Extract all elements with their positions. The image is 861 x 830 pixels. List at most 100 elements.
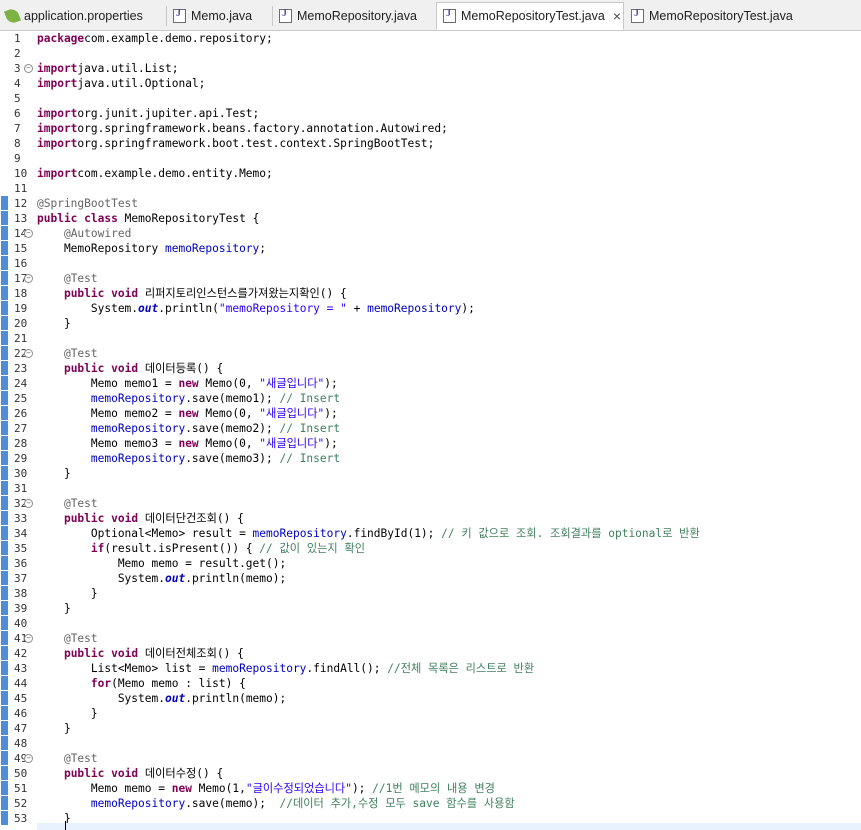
fold-toggle-icon[interactable]: − <box>24 274 33 283</box>
code-text: public class MemoRepositoryTest { <box>37 212 260 225</box>
code-line[interactable]: 33 public void 데이터단건조회() { <box>0 511 861 526</box>
tab-label: MemoRepositoryTest.java <box>461 9 605 23</box>
line-number: 40 <box>14 617 28 630</box>
code-line[interactable]: 40 <box>0 616 861 631</box>
code-line[interactable]: 30 } <box>0 466 861 481</box>
tab-label: Memo.java <box>191 9 253 23</box>
tab-label: MemoRepositoryTest.java <box>649 9 793 23</box>
code-line[interactable]: 49− @Test <box>0 751 861 766</box>
code-text: importorg.springframework.boot.test.cont… <box>37 137 435 150</box>
line-number: 2 <box>14 47 21 60</box>
code-line[interactable]: 15 MemoRepository memoRepository; <box>0 241 861 256</box>
code-line[interactable]: 52 memoRepository.save(memo); //데이터 추가,수… <box>0 796 861 811</box>
code-line[interactable]: 47 } <box>0 721 861 736</box>
code-line[interactable]: 23 public void 데이터등록() { <box>0 361 861 376</box>
code-line[interactable]: 13 public class MemoRepositoryTest { <box>0 211 861 226</box>
code-text: } <box>37 467 71 480</box>
code-line[interactable]: 7 importorg.springframework.beans.factory… <box>0 121 861 136</box>
code-line[interactable]: 39 } <box>0 601 861 616</box>
code-line[interactable]: 8 importorg.springframework.boot.test.con… <box>0 136 861 151</box>
code-line[interactable]: 34 Optional<Memo> result = memoRepositor… <box>0 526 861 541</box>
code-text: Memo memo = new Memo(1,"글이수정되었습니다"); //1… <box>37 782 495 795</box>
tab-memo-java[interactable]: Memo.java <box>167 3 272 29</box>
line-number: 47 <box>14 722 28 735</box>
line-number: 1 <box>14 32 21 45</box>
fold-toggle-icon[interactable]: − <box>24 229 33 238</box>
code-line[interactable]: 6 importorg.junit.jupiter.api.Test; <box>0 106 861 121</box>
code-line[interactable]: 24 Memo memo1 = new Memo(0, "새글입니다"); <box>0 376 861 391</box>
code-text: System.out.println(memo); <box>37 692 287 705</box>
text-caret <box>65 821 66 830</box>
code-line[interactable]: 17− @Test <box>0 271 861 286</box>
code-editor[interactable]: 1 packagecom.example.demo.repository; 2 3− i… <box>0 31 861 830</box>
code-line[interactable]: 21 <box>0 331 861 346</box>
fold-toggle-icon[interactable]: − <box>24 754 33 763</box>
fold-toggle-icon[interactable]: − <box>24 499 33 508</box>
code-line[interactable]: 41− @Test <box>0 631 861 646</box>
code-line[interactable]: 29 memoRepository.save(memo3); // Insert <box>0 451 861 466</box>
code-line[interactable]: 42 public void 데이터전체조회() { <box>0 646 861 661</box>
code-line[interactable]: 3− importjava.util.List; <box>0 61 861 76</box>
code-line[interactable]: 11 <box>0 181 861 196</box>
code-line[interactable]: 36 Memo memo = result.get(); <box>0 556 861 571</box>
line-number: 16 <box>14 257 28 270</box>
code-text: System.out.println(memo); <box>37 572 287 585</box>
line-number: 7 <box>14 122 21 135</box>
code-text: @Test <box>63 752 98 765</box>
code-line[interactable]: 16 <box>0 256 861 271</box>
line-number: 26 <box>14 407 28 420</box>
code-text: MemoRepository memoRepository; <box>37 242 267 255</box>
line-number: 44 <box>14 677 28 690</box>
code-line[interactable]: 45 System.out.println(memo); <box>0 691 861 706</box>
code-line[interactable]: 51 Memo memo = new Memo(1,"글이수정되었습니다"); … <box>0 781 861 796</box>
code-line[interactable]: 32− @Test <box>0 496 861 511</box>
tab-application-properties[interactable]: application.properties <box>0 3 166 29</box>
code-text: @Autowired <box>63 227 132 240</box>
code-text: } <box>37 602 71 615</box>
line-number: 21 <box>14 332 28 345</box>
code-line[interactable]: 4 importjava.util.Optional; <box>0 76 861 91</box>
fold-toggle-icon[interactable]: − <box>24 634 33 643</box>
code-line[interactable]: 20 } <box>0 316 861 331</box>
code-line[interactable]: 35 if(result.isPresent()) { // 값이 있는지 확인 <box>0 541 861 556</box>
code-line[interactable]: 48 <box>0 736 861 751</box>
code-text: public void 데이터단건조회() { <box>63 512 244 525</box>
line-number: 51 <box>14 782 28 795</box>
code-line[interactable]: 5 <box>0 91 861 106</box>
code-line[interactable]: 25 memoRepository.save(memo1); // Insert <box>0 391 861 406</box>
line-number: 23 <box>14 362 28 375</box>
fold-toggle-icon[interactable]: − <box>24 64 33 73</box>
fold-toggle-icon[interactable]: − <box>24 349 33 358</box>
tab-memorepositorytest-java-active[interactable]: MemoRepositoryTest.java × <box>436 2 624 30</box>
code-line[interactable]: 44 for(Memo memo : list) { <box>0 676 861 691</box>
line-number: 10 <box>14 167 28 180</box>
code-line[interactable]: 2 <box>0 46 861 61</box>
code-line[interactable]: 50 public void 데이터수정() { <box>0 766 861 781</box>
code-text: @Test <box>63 632 98 645</box>
java-file-icon <box>279 8 292 23</box>
line-number: 35 <box>14 542 28 555</box>
code-line[interactable]: 28 Memo memo3 = new Memo(0, "새글입니다"); <box>0 436 861 451</box>
code-line[interactable]: 37 System.out.println(memo); <box>0 571 861 586</box>
code-line[interactable]: 9 <box>0 151 861 166</box>
code-line[interactable]: 22− @Test <box>0 346 861 361</box>
code-text: importcom.example.demo.entity.Memo; <box>37 167 273 180</box>
code-line[interactable]: 31 <box>0 481 861 496</box>
tab-memorepository-java[interactable]: MemoRepository.java <box>273 3 436 29</box>
code-line[interactable]: 27 memoRepository.save(memo2); // Insert <box>0 421 861 436</box>
close-icon[interactable]: × <box>613 8 621 24</box>
code-line[interactable]: 10 importcom.example.demo.entity.Memo; <box>0 166 861 181</box>
code-text: @Test <box>63 497 98 510</box>
code-line[interactable]: 46 } <box>0 706 861 721</box>
line-number: 6 <box>14 107 21 120</box>
code-text: importjava.util.Optional; <box>37 77 206 90</box>
code-line[interactable]: 12 @SpringBootTest <box>0 196 861 211</box>
code-line[interactable]: 38 } <box>0 586 861 601</box>
code-line[interactable]: 19 System.out.println("memoRepository = … <box>0 301 861 316</box>
code-line[interactable]: 43 List<Memo> list = memoRepository.find… <box>0 661 861 676</box>
code-line[interactable]: 14− @Autowired <box>0 226 861 241</box>
code-line[interactable]: 26 Memo memo2 = new Memo(0, "새글입니다"); <box>0 406 861 421</box>
code-line[interactable]: 1 packagecom.example.demo.repository; <box>0 31 861 46</box>
tab-memorepositorytest-java[interactable]: MemoRepositoryTest.java <box>625 3 795 29</box>
code-line[interactable]: 18 public void 리퍼지토리인스턴스를가져왔는지확인() { <box>0 286 861 301</box>
